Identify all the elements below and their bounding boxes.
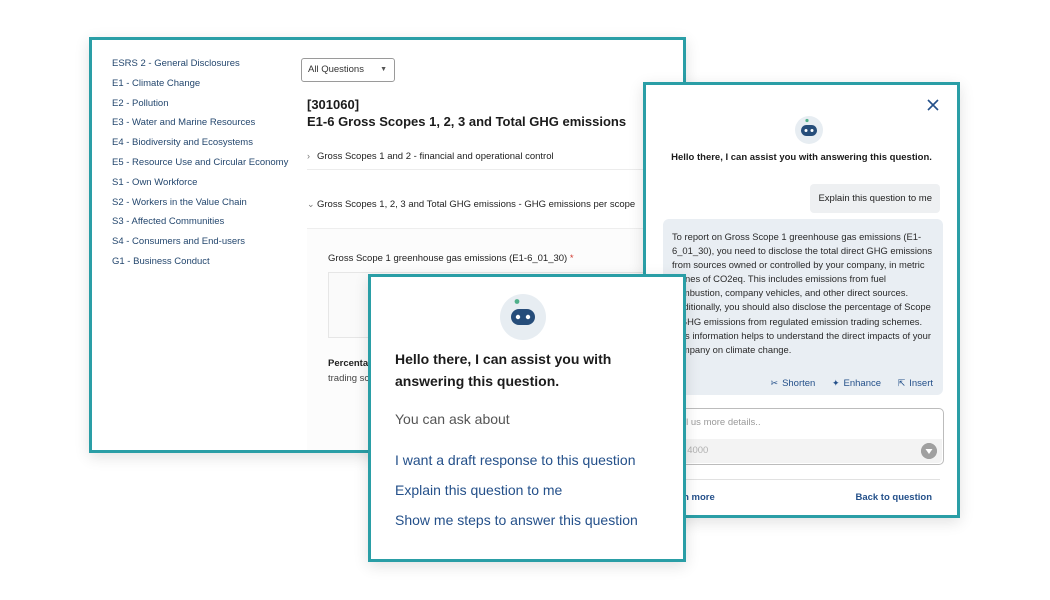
section-scopes-1-2[interactable]: › Gross Scopes 1 and 2 - financial and o… <box>307 143 647 170</box>
chat-input-placeholder: Tell us more details.. <box>674 417 761 428</box>
sidebar-item-e1[interactable]: E1 - Climate Change <box>112 77 302 97</box>
suggestion-explain-question[interactable]: Explain this question to me <box>395 482 562 498</box>
section-ghg-per-scope[interactable]: ⌄ Gross Scopes 1, 2, 3 and Total GHG emi… <box>307 191 647 218</box>
assistant-chat-window: Hello there, I can assist you with answe… <box>643 82 960 518</box>
chevron-right-icon: › <box>307 151 310 161</box>
sidebar-item-s4[interactable]: S4 - Consumers and End-users <box>112 235 302 255</box>
scope1-field-label-text: Gross Scope 1 greenhouse gas emissions (… <box>328 253 568 264</box>
chevron-down-icon: ⌄ <box>307 199 315 209</box>
required-marker: * <box>569 253 574 264</box>
robot-icon <box>795 116 823 144</box>
answer-actions: ✂ Shorten ✦ Enhance ⇱ Insert <box>663 378 933 389</box>
suggestion-show-steps[interactable]: Show me steps to answer this question <box>395 512 638 528</box>
assistant-answer-text: To report on Gross Scope 1 greenhouse ga… <box>672 231 933 355</box>
user-message-bubble: Explain this question to me <box>810 184 940 213</box>
sidebar-item-s2[interactable]: S2 - Workers in the Value Chain <box>112 196 302 216</box>
shorten-label: Shorten <box>782 378 816 389</box>
enhance-label: Enhance <box>843 378 882 389</box>
insert-button[interactable]: ⇱ Insert <box>898 378 933 389</box>
ask-about-heading: You can ask about <box>395 411 510 427</box>
chat-message-input[interactable]: Tell us more details.. 0 / 4000 <box>663 408 944 465</box>
chat-greeting: Hello there, I can assist you with answe… <box>671 152 932 163</box>
sparkle-icon: ✦ <box>831 378 840 388</box>
assistant-answer: To report on Gross Scope 1 greenhouse ga… <box>663 219 943 395</box>
chat-input-toolbar: 0 / 4000 <box>665 439 942 463</box>
sidebar-item-e2[interactable]: E2 - Pollution <box>112 97 302 117</box>
topic-sidebar: ESRS 2 - General Disclosures E1 - Climat… <box>112 57 302 275</box>
robot-icon <box>500 294 546 340</box>
external-link-icon: ⇱ <box>897 378 906 388</box>
send-icon[interactable] <box>921 443 937 459</box>
sidebar-item-e4[interactable]: E4 - Biodiversity and Ecosystems <box>112 136 302 156</box>
question-title: E1-6 Gross Scopes 1, 2, 3 and Total GHG … <box>307 114 627 129</box>
enhance-button[interactable]: ✦ Enhance <box>832 378 881 389</box>
percentage-field-sublabel: trading sc <box>328 373 370 384</box>
section-label: Gross Scopes 1 and 2 - financial and ope… <box>317 151 554 162</box>
back-to-question-link[interactable]: Back to question <box>855 492 932 503</box>
section-label: Gross Scopes 1, 2, 3 and Total GHG emiss… <box>317 199 636 210</box>
insert-label: Insert <box>909 378 933 389</box>
caret-down-icon: ▼ <box>380 66 387 73</box>
close-icon[interactable] <box>925 97 941 113</box>
sidebar-item-e3[interactable]: E3 - Water and Marine Resources <box>112 116 302 136</box>
shorten-button[interactable]: ✂ Shorten <box>771 378 816 389</box>
question-filter-select[interactable]: All Questions ▼ <box>301 58 395 82</box>
suggestions-greeting: Hello there, I can assist you with answe… <box>395 351 612 389</box>
sidebar-item-g1[interactable]: G1 - Business Conduct <box>112 255 302 275</box>
suggestion-draft-response[interactable]: I want a draft response to this question <box>395 452 635 468</box>
question-filter-value: All Questions <box>308 64 364 75</box>
question-code: [301060] <box>307 97 360 112</box>
sidebar-item-esrs2[interactable]: ESRS 2 - General Disclosures <box>112 57 302 77</box>
sidebar-item-s3[interactable]: S3 - Affected Communities <box>112 215 302 235</box>
scissors-icon: ✂ <box>770 378 779 388</box>
assistant-suggestions-window: Hello there, I can assist you with answe… <box>368 274 686 562</box>
scope1-field-label: Gross Scope 1 greenhouse gas emissions (… <box>328 253 574 264</box>
sidebar-item-s1[interactable]: S1 - Own Workforce <box>112 176 302 196</box>
sidebar-item-e5[interactable]: E5 - Resource Use and Circular Economy <box>112 156 302 176</box>
footer-divider <box>663 479 940 480</box>
